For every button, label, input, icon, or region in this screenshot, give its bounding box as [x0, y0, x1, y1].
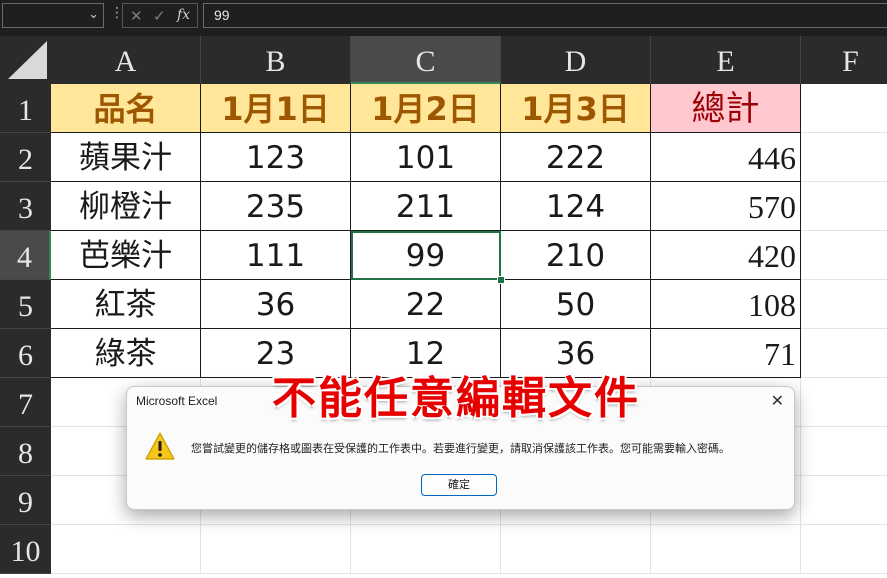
dialog-message: 您嘗試變更的儲存格或圖表在受保護的工作表中。若要進行變更，請取消保護該工作表。您…: [191, 442, 730, 455]
cell-b4[interactable]: 111: [201, 231, 351, 280]
cell-f3[interactable]: [801, 182, 887, 231]
cell-b10[interactable]: [201, 525, 351, 574]
cell-e2[interactable]: 446: [651, 133, 801, 182]
formula-bar: ⌄ ⋮ ✕ ✓ fx 99: [0, 0, 887, 36]
row-header-3[interactable]: 3: [0, 182, 51, 231]
cell-e1[interactable]: 總計: [651, 84, 801, 133]
row-header-10[interactable]: 10: [0, 525, 51, 574]
insert-function-icon[interactable]: fx: [177, 7, 190, 23]
name-box[interactable]: ⌄: [2, 3, 104, 28]
cell-c1[interactable]: 1月2日: [351, 84, 501, 133]
cell-b1[interactable]: 1月1日: [201, 84, 351, 133]
column-header-f[interactable]: F: [801, 36, 887, 84]
cell-d2[interactable]: 222: [501, 133, 651, 182]
row-header-4[interactable]: 4: [0, 231, 51, 280]
cell-b2[interactable]: 123: [201, 133, 351, 182]
row-header-2[interactable]: 2: [0, 133, 51, 182]
formula-input[interactable]: 99: [203, 3, 887, 28]
cell-f9[interactable]: [801, 476, 887, 525]
cell-a4[interactable]: 芭樂汁: [51, 231, 201, 280]
cell-d3[interactable]: 124: [501, 182, 651, 231]
cell-a3[interactable]: 柳橙汁: [51, 182, 201, 231]
cell-e6[interactable]: 71: [651, 329, 801, 378]
cancel-icon[interactable]: ✕: [130, 7, 143, 25]
column-header-d[interactable]: D: [501, 36, 651, 84]
cell-b3[interactable]: 235: [201, 182, 351, 231]
formula-buttons: ✕ ✓ fx: [122, 3, 198, 28]
cell-f7[interactable]: [801, 378, 887, 427]
cell-d5[interactable]: 50: [501, 280, 651, 329]
row-header-7[interactable]: 7: [0, 378, 51, 427]
cell-a1[interactable]: 品名: [51, 84, 201, 133]
cell-f1[interactable]: [801, 84, 887, 133]
cell-e4[interactable]: 420: [651, 231, 801, 280]
cell-d10[interactable]: [501, 525, 651, 574]
cell-c3[interactable]: 211: [351, 182, 501, 231]
row-header-6[interactable]: 6: [0, 329, 51, 378]
cell-f6[interactable]: [801, 329, 887, 378]
cell-f5[interactable]: [801, 280, 887, 329]
enter-icon[interactable]: ✓: [153, 7, 166, 25]
select-all-button[interactable]: [0, 36, 51, 84]
select-all-icon: [8, 41, 47, 79]
cell-d4[interactable]: 210: [501, 231, 651, 280]
cell-e5[interactable]: 108: [651, 280, 801, 329]
cell-e3[interactable]: 570: [651, 182, 801, 231]
cell-c5[interactable]: 22: [351, 280, 501, 329]
ok-button[interactable]: 確定: [421, 474, 497, 496]
cell-f8[interactable]: [801, 427, 887, 476]
dialog-title: Microsoft Excel: [136, 394, 218, 408]
row-header-8[interactable]: 8: [0, 427, 51, 476]
column-header-a[interactable]: A: [51, 36, 201, 84]
row-header-9[interactable]: 9: [0, 476, 51, 525]
cell-b5[interactable]: 36: [201, 280, 351, 329]
column-header-c[interactable]: C: [351, 36, 501, 84]
column-header-b[interactable]: B: [201, 36, 351, 84]
cell-c10[interactable]: [351, 525, 501, 574]
cell-a10[interactable]: [51, 525, 201, 574]
row-header-5[interactable]: 5: [0, 280, 51, 329]
cell-d1[interactable]: 1月3日: [501, 84, 651, 133]
cell-c2[interactable]: 101: [351, 133, 501, 182]
cell-f10[interactable]: [801, 525, 887, 574]
cell-c4[interactable]: 99: [351, 231, 501, 280]
close-icon[interactable]: ✕: [771, 391, 784, 410]
cell-f2[interactable]: [801, 133, 887, 182]
cell-e10[interactable]: [651, 525, 801, 574]
warning-icon: [144, 431, 176, 465]
row-header-1[interactable]: 1: [0, 84, 51, 133]
column-header-e[interactable]: E: [651, 36, 801, 84]
cell-a6[interactable]: 綠茶: [51, 329, 201, 378]
cell-f4[interactable]: [801, 231, 887, 280]
cell-a2[interactable]: 蘋果汁: [51, 133, 201, 182]
cell-a5[interactable]: 紅茶: [51, 280, 201, 329]
chevron-down-icon[interactable]: ⌄: [88, 7, 99, 22]
fill-handle[interactable]: [497, 276, 505, 284]
overlay-caption: 不能任意編輯文件: [272, 373, 640, 424]
